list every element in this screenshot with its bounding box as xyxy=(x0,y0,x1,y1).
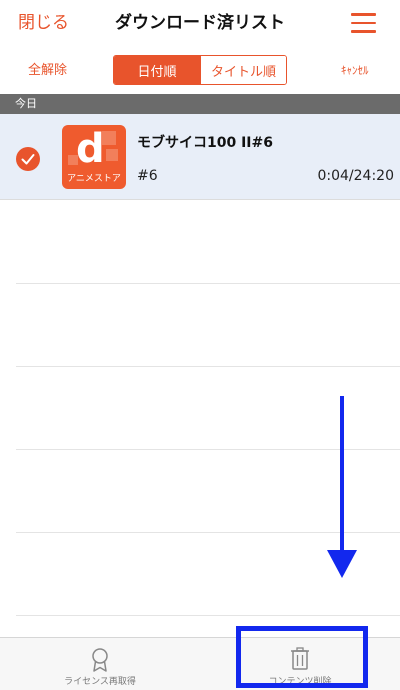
sort-by-title-tab[interactable]: タイトル順 xyxy=(200,56,286,84)
sort-segmented-control: 日付順 タイトル順 xyxy=(113,55,287,85)
page-title: ダウンロード済リスト xyxy=(115,13,285,33)
content-thumbnail: d アニメストア xyxy=(62,125,126,189)
thumbnail-logo-letter: d xyxy=(76,126,105,172)
row-divider xyxy=(16,283,400,284)
clear-all-button[interactable]: 全解除 xyxy=(28,62,67,80)
relicense-button[interactable]: ライセンス再取得 xyxy=(0,638,200,690)
cancel-button[interactable]: ｷｬﾝｾﾙ xyxy=(341,62,369,80)
item-episode: #6 xyxy=(137,168,158,184)
checkmark-icon[interactable] xyxy=(16,147,40,171)
item-duration: 0:04/24:20 xyxy=(317,168,394,184)
arrow-down-icon xyxy=(327,550,357,578)
row-divider xyxy=(16,366,400,367)
relicense-label: ライセンス再取得 xyxy=(64,677,136,687)
item-title: モブサイコ100 II#6 xyxy=(137,135,273,151)
toolbar: 全解除 日付順 タイトル順 ｷｬﾝｾﾙ xyxy=(0,48,400,94)
thumbnail-label: アニメストア xyxy=(67,174,121,184)
list-item[interactable] xyxy=(0,114,400,200)
hamburger-menu-icon[interactable] xyxy=(351,13,376,33)
header: 閉じる ダウンロード済リスト xyxy=(0,0,400,48)
section-header-today: 今日 xyxy=(0,94,400,114)
sort-by-date-tab[interactable]: 日付順 xyxy=(114,56,200,84)
ribbon-award-icon xyxy=(92,648,108,672)
annotation-highlight-box xyxy=(236,626,368,688)
annotation-arrow-shaft xyxy=(340,396,344,556)
row-divider xyxy=(16,615,400,616)
